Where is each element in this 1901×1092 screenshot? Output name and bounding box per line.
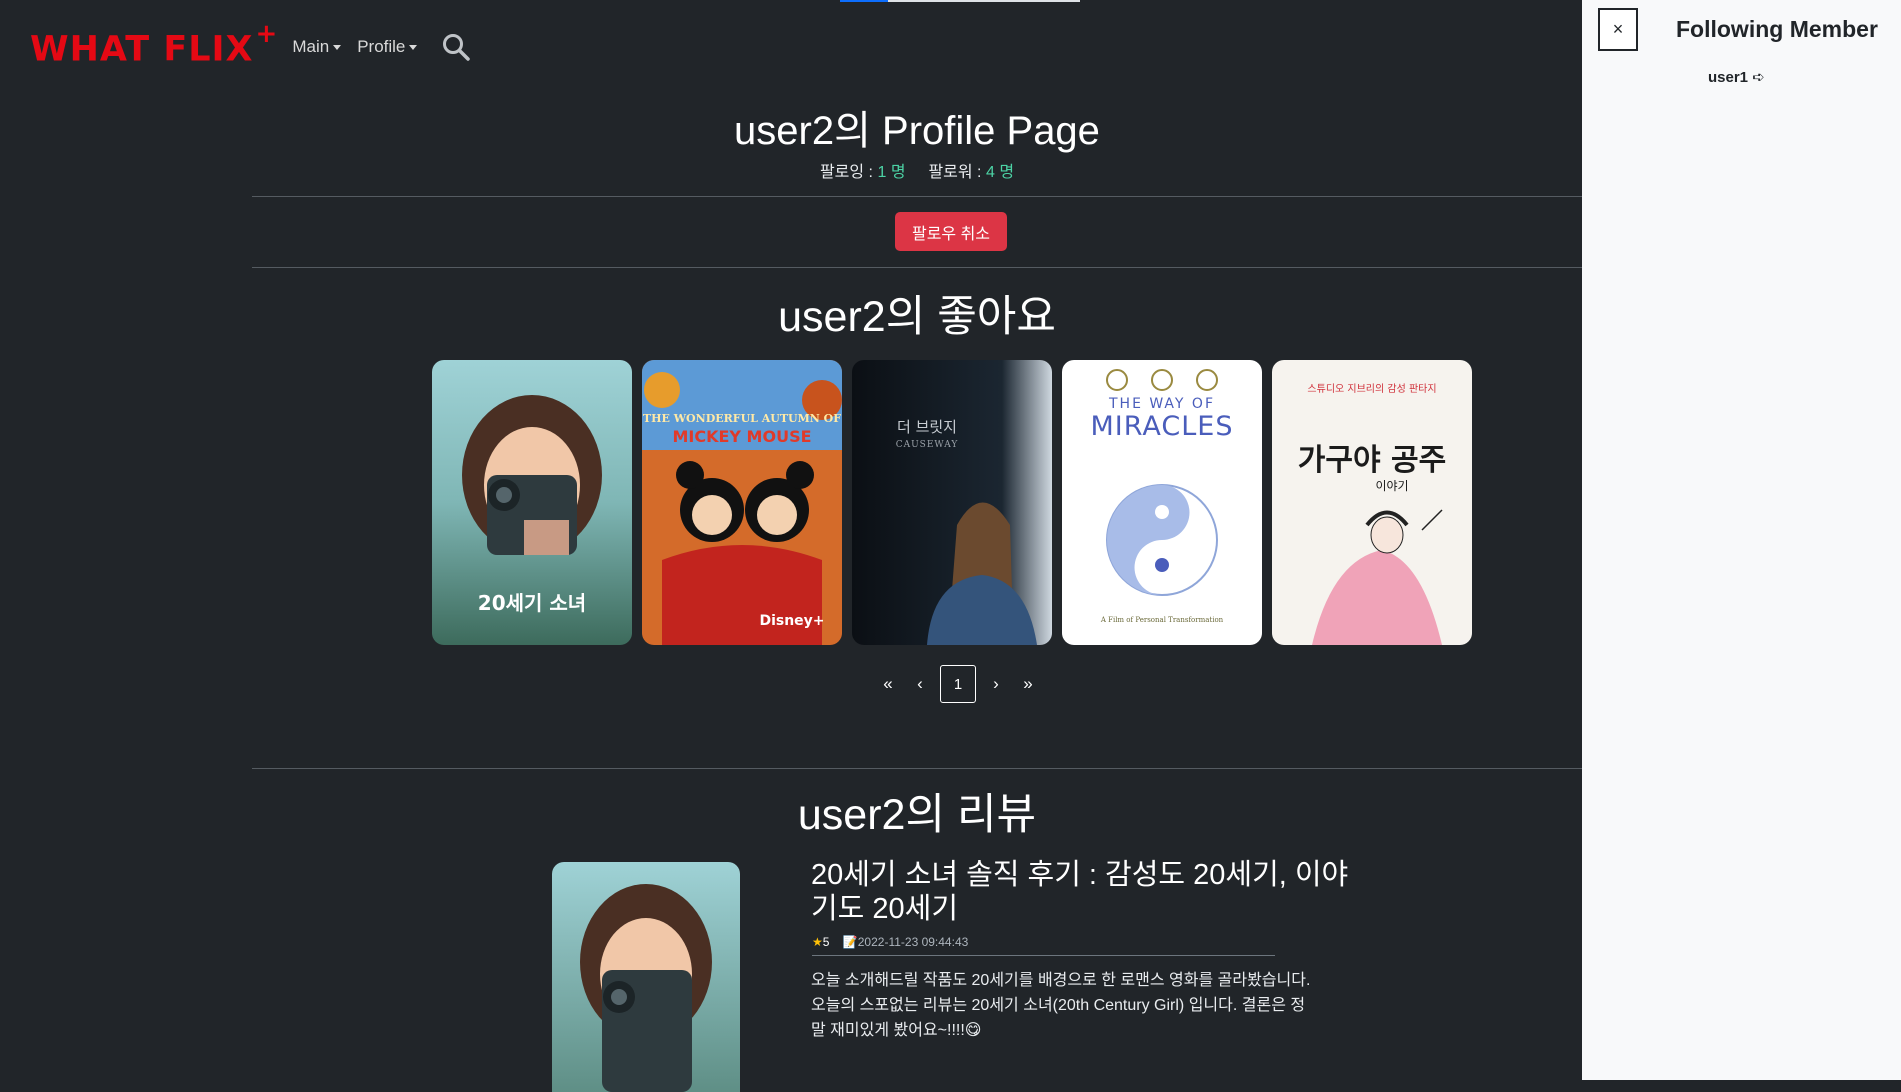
profile-main: user2의 Profile Page 팔로잉 : 1 명 팔로워 : 4 명 … [252,0,1582,1092]
svg-text:이야기: 이야기 [1375,479,1408,493]
review-rating: 5 [822,935,830,949]
poster-image: 20세기 소녀 [432,360,632,645]
page-next[interactable]: › [980,665,1012,703]
divider [252,267,1582,268]
page-first[interactable]: « [872,665,904,703]
svg-text:THE WAY OF: THE WAY OF [1108,396,1215,412]
page-title: user2의 Profile Page [734,109,1100,153]
follower-label: 팔로워 : [928,164,982,181]
svg-text:Disney+: Disney+ [759,613,824,629]
poster-card[interactable]: 더 브릿지 CAUSEWAY [852,360,1052,645]
member-name: user1 [1708,69,1749,86]
follower-count[interactable]: 4 명 [986,164,1014,181]
svg-text:MIRACLES: MIRACLES [1090,411,1233,442]
svg-text:CAUSEWAY: CAUSEWAY [896,440,959,450]
liked-posters: 20세기 소녀 THE WONDERFUL AUTUMN OF MICKEY M… [432,360,1472,645]
following-label: 팔로잉 : [819,164,874,181]
review-meta: ★5 📝2022-11-23 09:44:43 [812,935,1275,956]
page-prev[interactable]: ‹ [904,665,936,703]
follow-stats: 팔로잉 : 1 명 팔로워 : 4 명 [252,158,1582,182]
review-date: 2022-11-23 09:44:43 [857,935,969,949]
reviews-title: user2의 리뷰 [797,791,1037,839]
svg-text:스튜디오 지브리의 감성 판타지: 스튜디오 지브리의 감성 판타지 [1307,383,1436,395]
following-member-user1[interactable]: user1 ➪ [1708,68,1765,86]
poster-image: 스튜디오 지브리의 감성 판타지 가구야 공주 이야기 [1272,360,1472,645]
arrow-right-icon: ➪ [1752,69,1765,86]
page-current[interactable]: 1 [940,665,976,703]
poster-card[interactable]: 스튜디오 지브리의 감성 판타지 가구야 공주 이야기 [1272,360,1472,645]
divider [252,768,1582,769]
close-button[interactable]: × [1598,8,1638,51]
likes-title: user2의 좋아요 [778,293,1056,341]
brand-logo[interactable]: WHAT FLIX+ [30,19,278,70]
panel-title: Following Member [1676,16,1878,42]
svg-text:가구야 공주: 가구야 공주 [1298,443,1446,478]
poster-image: THE WONDERFUL AUTUMN OF MICKEY MOUSE Dis… [642,360,842,645]
review-body: 오늘 소개해드릴 작품도 20세기를 배경으로 한 로맨스 영화를 골라봤습니다… [811,972,1311,1039]
poster-text: 20세기 소녀 [478,591,586,615]
review-poster-image [552,862,740,1092]
svg-text:THE WONDERFUL AUTUMN OF: THE WONDERFUL AUTUMN OF [643,412,841,425]
poster-image: 더 브릿지 CAUSEWAY [852,360,1052,645]
poster-card[interactable]: 20세기 소녀 [432,360,632,645]
following-panel: × Following Member user1 ➪ [1582,0,1901,1080]
page-last[interactable]: » [1012,665,1044,703]
star-icon: ★ [812,935,823,949]
poster-card[interactable]: THE WAY OF MIRACLES A Film of Personal T… [1062,360,1262,645]
brand-text: WHAT FLIX [30,29,254,70]
review-title[interactable]: 20세기 소녀 솔직 후기 : 감성도 20세기, 이야기도 20세기 [811,858,1351,926]
poster-image: THE WAY OF MIRACLES A Film of Personal T… [1062,360,1262,645]
unfollow-button[interactable]: 팔로우 취소 [895,212,1007,251]
following-count[interactable]: 1 명 [877,164,905,181]
svg-text:A Film of Personal Transformat: A Film of Personal Transformation [1100,616,1224,624]
likes-pagination: « ‹ 1 › » [872,665,1044,703]
svg-text:더 브릿지: 더 브릿지 [897,418,957,436]
close-icon: × [1612,19,1624,39]
divider [252,196,1582,197]
memo-icon: 📝 [842,935,858,949]
review-poster[interactable] [552,862,740,1092]
svg-text:MICKEY MOUSE: MICKEY MOUSE [672,427,811,446]
poster-card[interactable]: THE WONDERFUL AUTUMN OF MICKEY MOUSE Dis… [642,360,842,645]
